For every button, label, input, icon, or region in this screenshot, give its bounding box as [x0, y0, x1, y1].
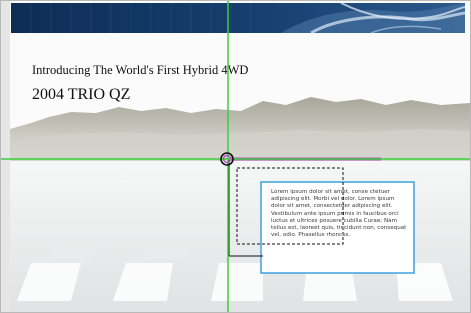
canvas-frame[interactable]: Introducing The World's First Hybrid 4WD…: [0, 0, 471, 313]
guides-overlay: [1, 1, 470, 312]
body-text[interactable]: Lorem ipsum dolor sit amet, conse ctetue…: [271, 189, 409, 239]
